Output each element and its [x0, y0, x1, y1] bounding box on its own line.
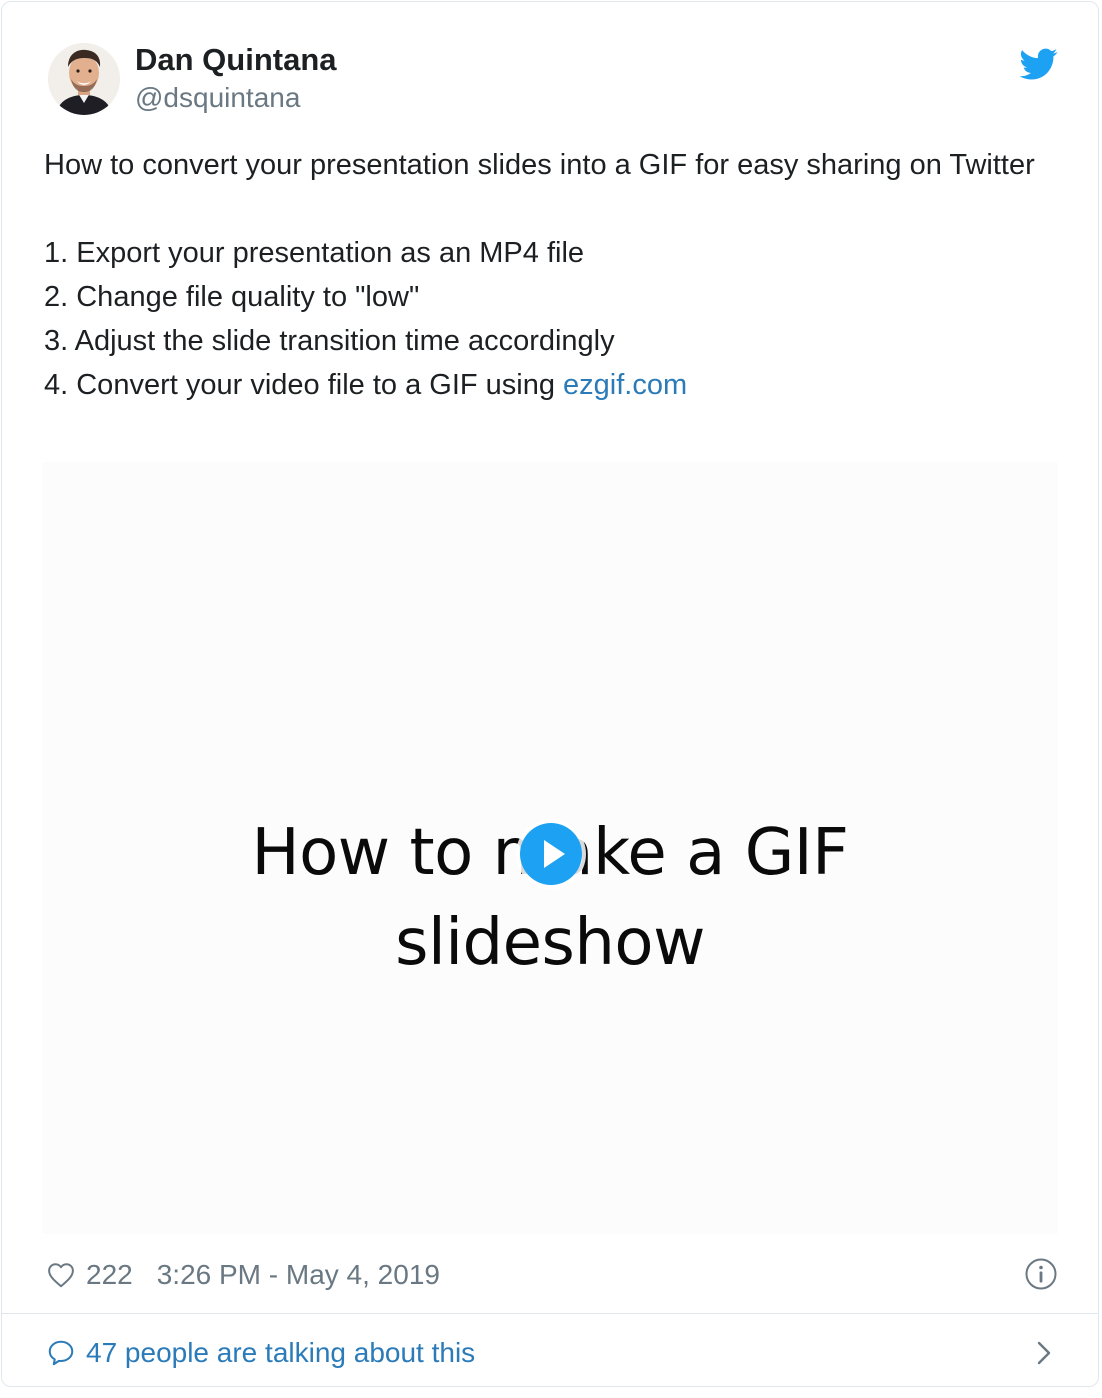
play-icon: [544, 840, 565, 868]
conversation-text: 47 people are talking about this: [86, 1337, 476, 1368]
tweet-step-1: 1. Export your presentation as an MP4 fi…: [44, 237, 585, 269]
speech-bubble-icon: [48, 1340, 74, 1366]
tweet-intro: How to convert your presentation slides …: [44, 149, 1035, 181]
like-count[interactable]: 222: [86, 1259, 133, 1291]
author-name[interactable]: Dan Quintana: [135, 42, 337, 78]
play-button[interactable]: [520, 823, 582, 885]
tweet-step-2: 2. Change file quality to "low": [44, 281, 420, 313]
author-handle[interactable]: @dsquintana: [135, 82, 300, 114]
chevron-right-icon[interactable]: [1032, 1338, 1056, 1368]
tweet-text: How to convert your presentation slides …: [44, 143, 1054, 407]
slide-title-line2: slideshow: [395, 906, 705, 980]
tweet-card: Dan Quintana @dsquintana How to convert …: [1, 1, 1099, 1387]
tweet-step-3: 3. Adjust the slide transition time acco…: [44, 325, 615, 357]
info-icon[interactable]: [1024, 1257, 1058, 1291]
footer-divider: [2, 1313, 1098, 1314]
conversation-link[interactable]: 47 people are talking about this: [46, 1333, 475, 1373]
twitter-bird-icon[interactable]: [1019, 45, 1058, 83]
video-preview[interactable]: How to make a GIF slideshow: [42, 462, 1058, 1234]
tweet-step-4-text: 4. Convert your video file to a GIF usin…: [44, 369, 564, 401]
tweet-step-4: 4. Convert your video file to a GIF usin…: [44, 363, 1054, 407]
timestamp[interactable]: 3:26 PM - May 4, 2019: [157, 1259, 440, 1291]
ezgif-link[interactable]: ezgif.com: [563, 369, 687, 401]
heart-icon[interactable]: [46, 1260, 76, 1290]
tweet-footer: 222 3:26 PM - May 4, 2019: [46, 1255, 440, 1295]
avatar[interactable]: [48, 43, 120, 115]
